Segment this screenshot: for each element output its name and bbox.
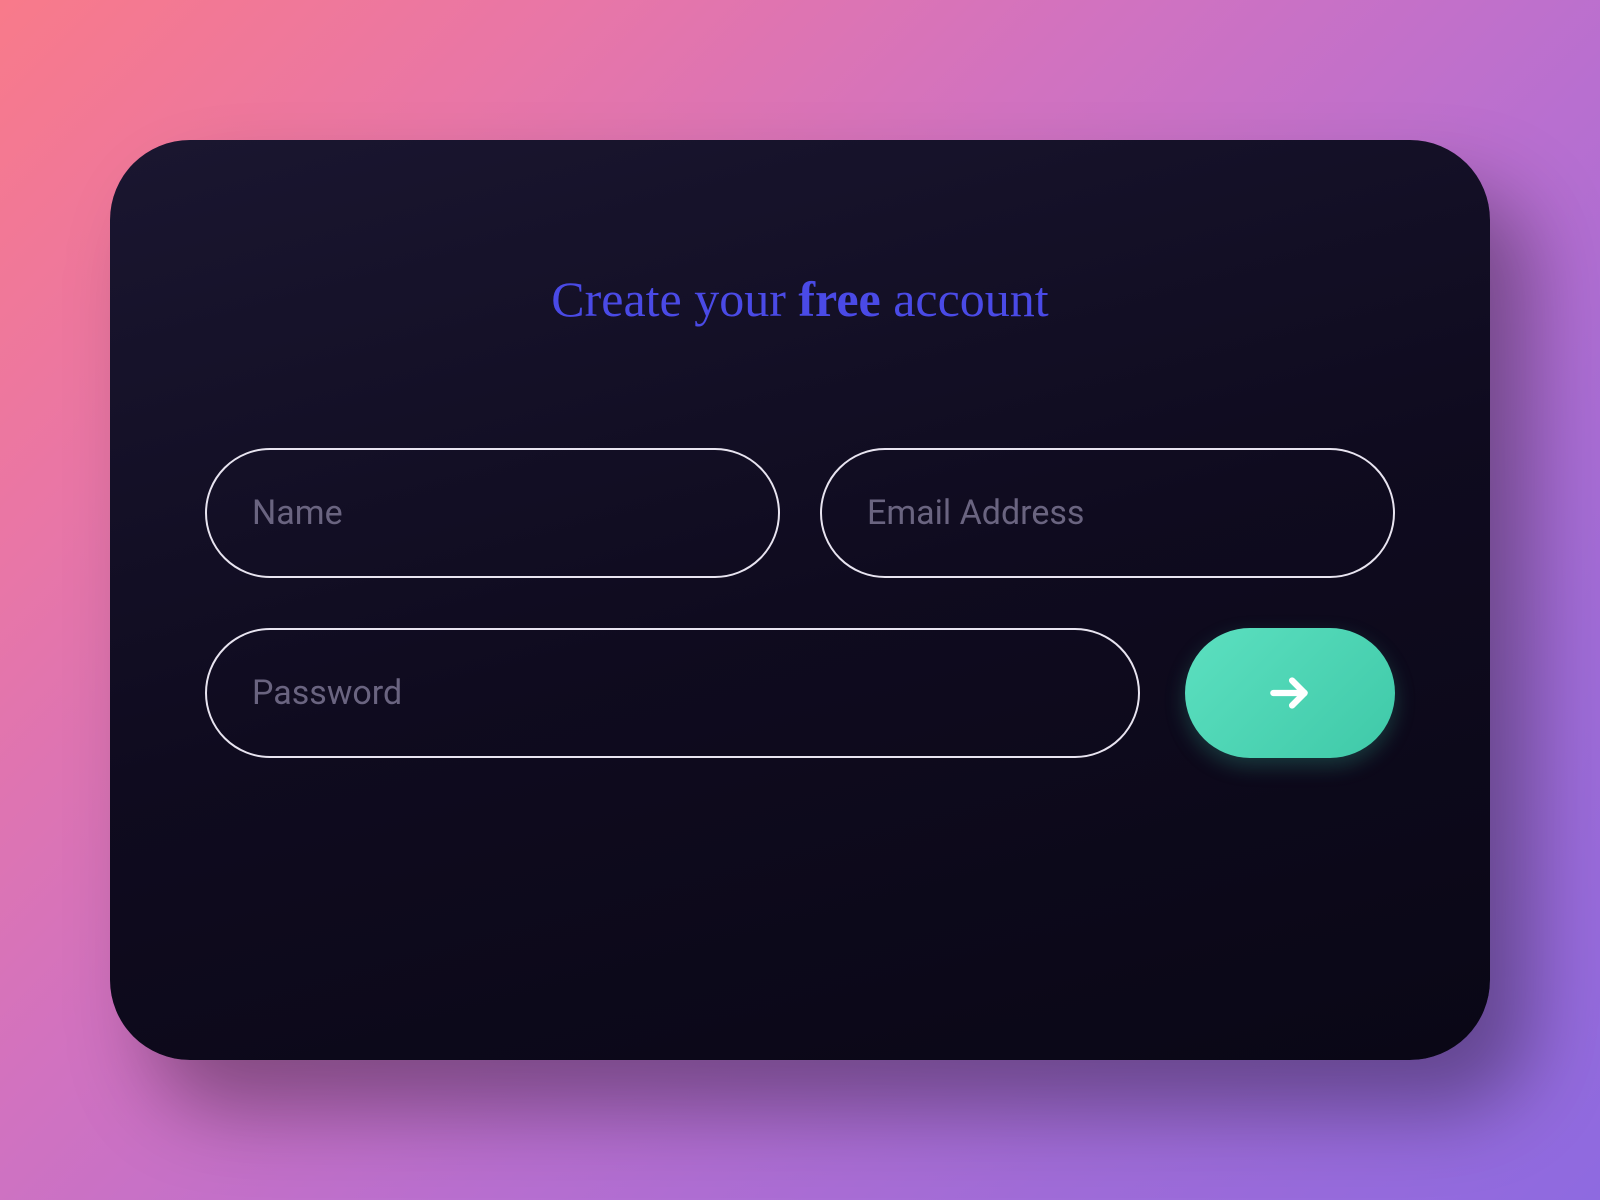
name-input[interactable] [205,448,780,578]
arrow-right-icon [1265,668,1315,718]
email-input[interactable] [820,448,1395,578]
form-row-2 [205,628,1395,758]
signup-card: Create your free account [110,140,1490,1060]
signup-title: Create your free account [551,270,1048,328]
form-row-1 [205,448,1395,578]
title-prefix: Create your [551,271,798,327]
submit-button[interactable] [1185,628,1395,758]
title-emphasis: free [798,271,880,327]
signup-form [110,448,1490,758]
title-suffix: account [881,271,1049,327]
password-input[interactable] [205,628,1140,758]
